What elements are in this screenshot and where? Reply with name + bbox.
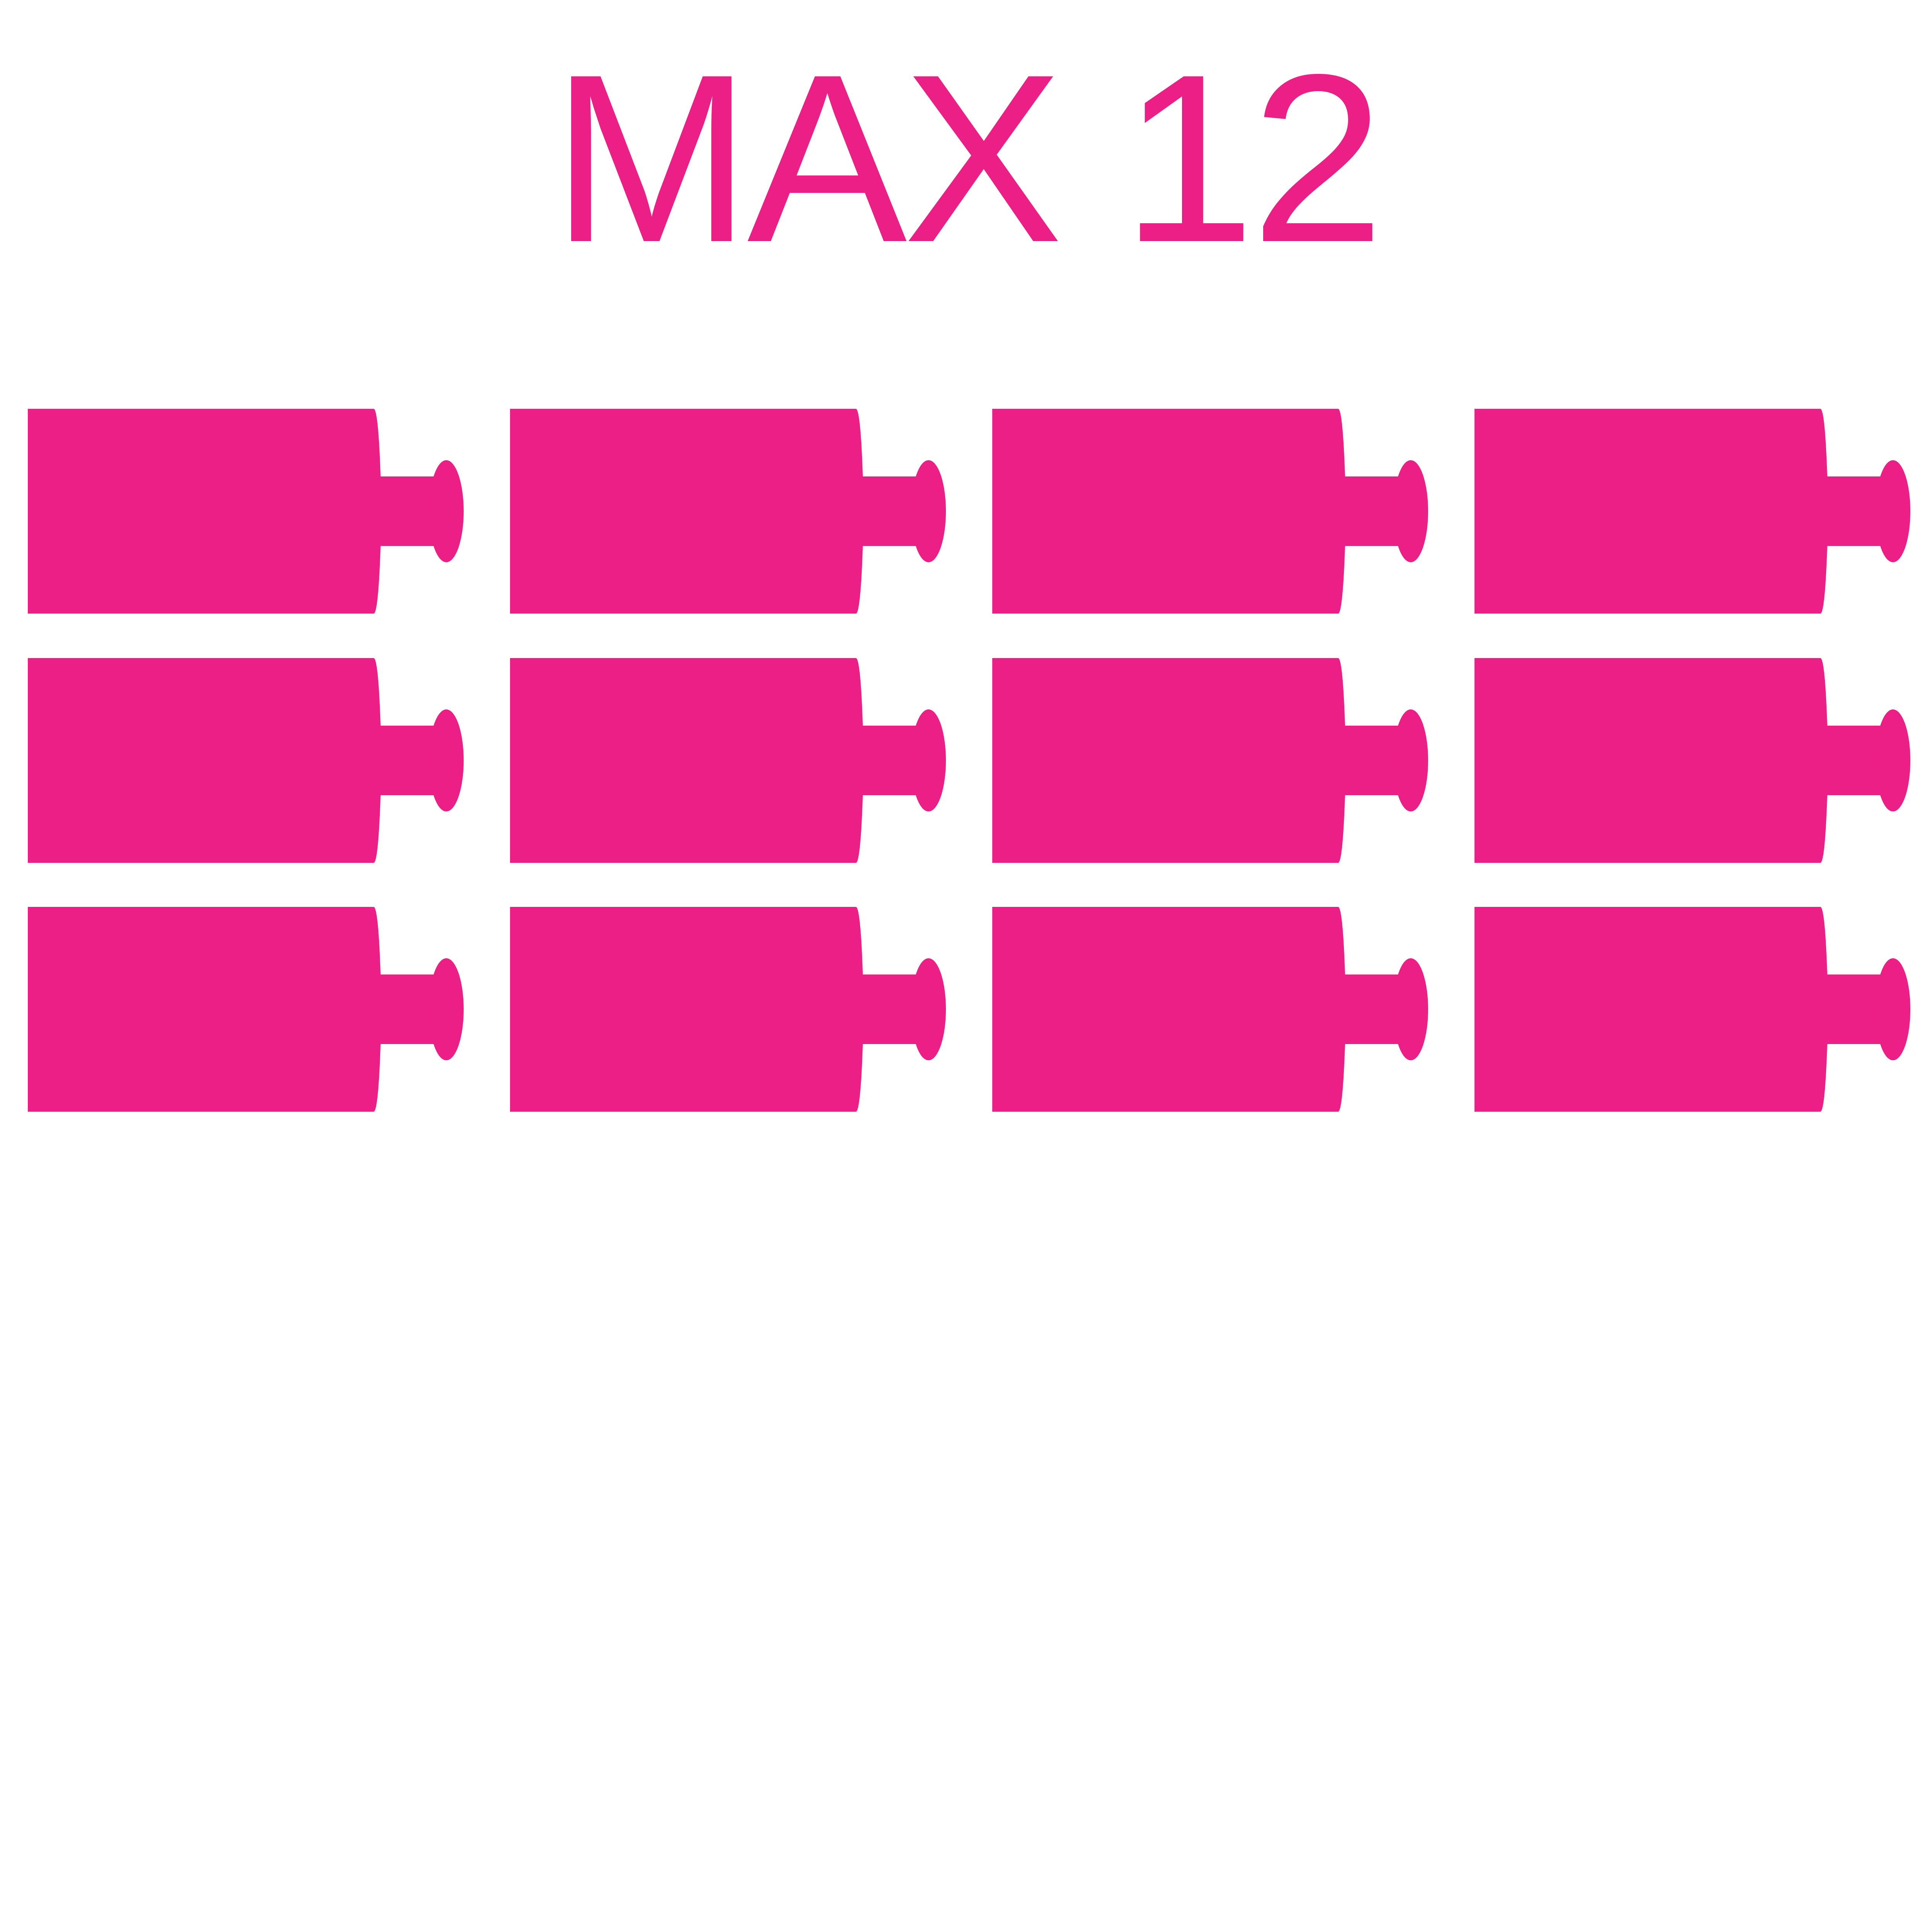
bottle-icon xyxy=(992,907,1428,1112)
bottle-icon xyxy=(28,409,464,614)
bottle-cap xyxy=(1876,460,1910,562)
bottle-body xyxy=(992,658,1399,863)
bottle-cap xyxy=(1876,709,1910,811)
bottle-cap xyxy=(911,958,946,1060)
bottle-body xyxy=(28,907,435,1112)
bottle-grid xyxy=(28,409,1910,1112)
bottle-cap xyxy=(911,460,946,562)
bottle-cap xyxy=(911,709,946,811)
bottle-cap xyxy=(1393,709,1428,811)
bottle-icon xyxy=(992,658,1428,863)
bottle-body xyxy=(1475,409,1881,614)
bottle-icon xyxy=(510,409,946,614)
bottle-cap xyxy=(1393,958,1428,1060)
bottle-icon xyxy=(28,658,464,863)
bottle-icon xyxy=(1475,658,1910,863)
bottle-icon xyxy=(28,907,464,1112)
bottle-body xyxy=(1475,907,1881,1112)
bottle-body xyxy=(510,907,917,1112)
bottle-body xyxy=(28,409,435,614)
bottle-icon xyxy=(510,658,946,863)
bottle-body xyxy=(510,409,917,614)
bottle-cap xyxy=(429,460,464,562)
bottle-icon xyxy=(992,409,1428,614)
bottle-cap xyxy=(1393,460,1428,562)
bottle-cap xyxy=(429,709,464,811)
bottle-cap xyxy=(1876,958,1910,1060)
bottle-body xyxy=(1475,658,1881,863)
bottle-body xyxy=(510,658,917,863)
bottle-icon xyxy=(510,907,946,1112)
bottle-body xyxy=(992,907,1399,1112)
bottle-body xyxy=(992,409,1399,614)
bottle-body xyxy=(28,658,435,863)
bottle-icon xyxy=(1475,409,1910,614)
bottle-cap xyxy=(429,958,464,1060)
bottle-icon xyxy=(1475,907,1910,1112)
